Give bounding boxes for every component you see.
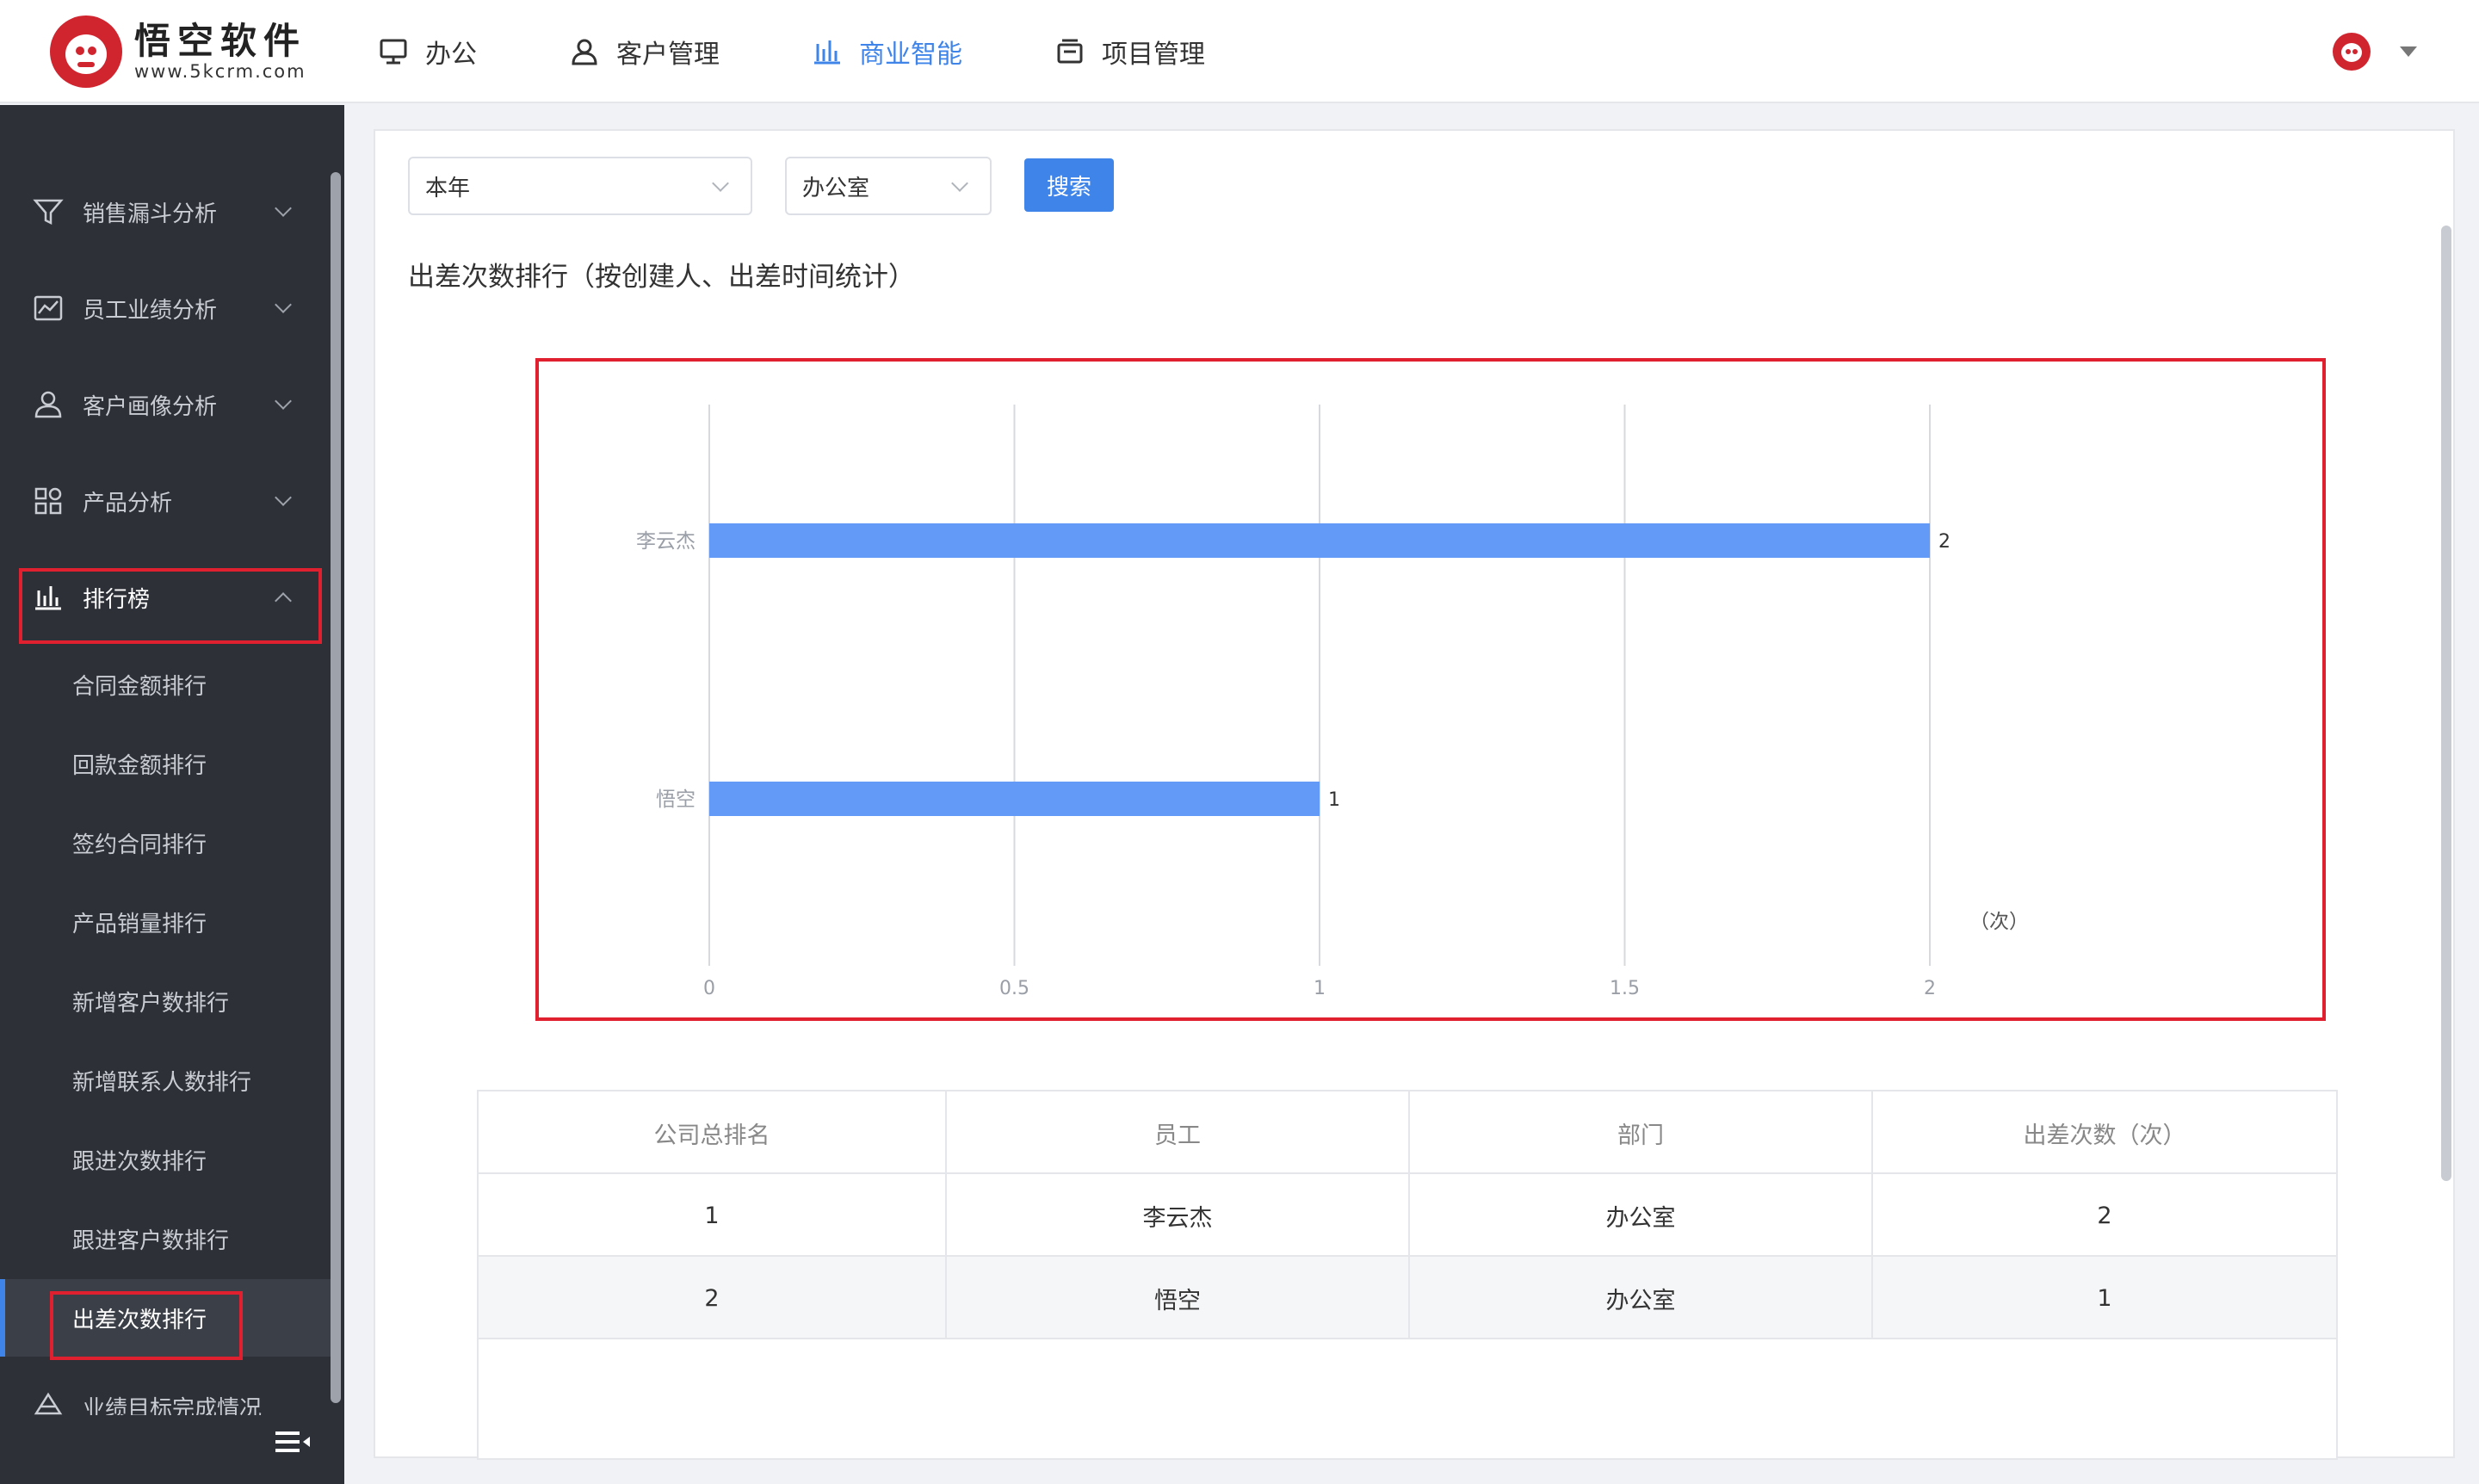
bar-chart: 0 0.5 1 1.5 2 （次） 李云杰 2 悟空 1 [535,358,2326,1021]
sidebar-item-contract-amount[interactable]: 合同金额排行 [0,646,331,723]
customer-icon [572,39,597,65]
top-header: 悟空软件 www.5kcrm.com 办公 客户管理 商业智能 项目管理 [0,0,2479,103]
bar-value-label: 1 [1328,789,1340,811]
sidebar-item-payment-amount[interactable]: 回款金额排行 [0,725,331,802]
chart-canvas: 0 0.5 1 1.5 2 （次） 李云杰 2 悟空 1 [636,405,2029,999]
nav-office-label: 办公 [425,40,477,70]
table-header-cell: 部门 [1410,1091,1873,1174]
highlight-box-active-item [50,1291,243,1360]
avatar[interactable] [2333,33,2371,71]
funnel-icon [33,199,64,226]
table-cell-trip-count: 2 [2097,1202,2112,1229]
grid-icon [34,487,62,515]
project-icon [1057,39,1083,64]
nav-office[interactable]: 办公 [379,0,477,103]
x-tick-label: 0 [703,978,715,999]
x-tick-label: 1 [1314,978,1326,999]
table-cell-employee: 悟空 [947,1257,1410,1339]
sidebar-group-label: 员工业绩分析 [83,297,218,324]
sidebar-group-label: 客户画像分析 [83,393,218,420]
table-row[interactable]: 1 李云杰 办公室 2 [479,1174,2336,1257]
brand-url: www.5kcrm.com [134,61,306,82]
collapse-menu-icon[interactable] [274,1429,312,1455]
period-select-value: 本年 [425,175,471,201]
sidebar-item-signed-contracts[interactable]: 签约合同排行 [0,804,331,881]
table-cell-trip-count: 1 [2097,1284,2112,1312]
nav-project[interactable]: 项目管理 [1055,0,1205,103]
nav-project-label: 项目管理 [1102,40,1205,70]
table-cell-employee: 李云杰 [947,1174,1410,1257]
table-header-cell: 员工 [947,1091,1410,1174]
table-header-cell: 公司总排名 [479,1091,947,1174]
y-category-label: 悟空 [656,788,695,811]
main-nav: 办公 客户管理 商业智能 项目管理 [379,0,1298,103]
sidebar-group-portrait[interactable]: 客户画像分析 [0,370,325,439]
x-axis-unit-label: （次） [1969,911,2029,933]
department-select-value: 办公室 [802,175,870,201]
x-tick-label: 1.5 [1610,978,1640,999]
target-icon [34,1392,63,1415]
user-menu[interactable] [2333,33,2417,71]
monkey-logo-icon [50,15,122,88]
sidebar-group-product[interactable]: 产品分析 [0,467,325,535]
table-header-row: 公司总排名 员工 部门 出差次数（次） [479,1091,2336,1174]
brand-name: 悟空软件 [134,20,307,62]
table-header-cell: 出差次数（次） [2023,1122,2186,1149]
user-portrait-icon [34,391,62,418]
sidebar-item-new-contacts[interactable]: 新增联系人数排行 [0,1042,331,1119]
x-tick-label: 0.5 [999,978,1029,999]
table-cell-department: 办公室 [1410,1257,1873,1339]
department-select[interactable]: 办公室 [785,157,992,215]
sidebar-group-funnel[interactable]: 销售漏斗分析 [0,177,325,246]
bar-value-label: 2 [1938,531,1950,553]
y-category-label: 李云杰 [636,530,695,553]
sidebar-item-followup-customers[interactable]: 跟进客户数排行 [0,1200,331,1277]
x-tick-label: 2 [1924,978,1936,999]
chevron-down-icon [275,200,292,217]
search-button[interactable]: 搜索 [1024,158,1114,212]
nav-bi[interactable]: 商业智能 [813,0,962,103]
table-cell-department: 办公室 [1410,1174,1873,1257]
caret-down-icon[interactable] [2400,46,2417,57]
chevron-down-icon [712,175,729,192]
chevron-down-icon [275,489,292,506]
sidebar-group-label: 产品分析 [83,490,173,516]
sidebar-group-target[interactable]: 业绩目标完成情况 [0,1370,325,1415]
table-cell-rank: 1 [479,1174,947,1257]
main-scrollbar[interactable] [2441,226,2451,1181]
sidebar-group-label: 业绩目标完成情况 [83,1396,263,1415]
chevron-down-icon [275,393,292,410]
chevron-down-icon [951,175,968,192]
sidebar-scrollbar[interactable] [331,172,341,1403]
sidebar-group-label: 销售漏斗分析 [83,201,218,227]
section-title: 出差次数排行（按创建人、出差时间统计） [408,262,915,293]
brand-logo[interactable]: 悟空软件 www.5kcrm.com [50,15,306,88]
nav-customer[interactable]: 客户管理 [570,0,720,103]
sidebar-item-new-customers[interactable]: 新增客户数排行 [0,962,331,1040]
sidebar-item-followup-count[interactable]: 跟进次数排行 [0,1121,331,1198]
chevron-down-icon [275,296,292,313]
period-select[interactable]: 本年 [408,157,752,215]
highlight-box-ranking [19,568,322,644]
table-row[interactable]: 2 悟空 办公室 1 [479,1257,2336,1339]
chart-bar [709,782,1320,816]
nav-customer-label: 客户管理 [616,40,720,70]
chart-bar [709,523,1930,558]
sidebar: 销售漏斗分析 员工业绩分析 客户画像分析 产品分析 排行榜 合同金额排行 回款金… [0,105,344,1484]
sidebar-group-performance[interactable]: 员工业绩分析 [0,274,325,343]
ranking-table: 公司总排名 员工 部门 出差次数（次） 1 李云杰 办公室 2 2 悟空 办公室… [477,1090,2338,1460]
monitor-icon [380,39,407,65]
nav-bi-label: 商业智能 [859,40,962,70]
line-chart-icon [34,295,63,321]
table-cell-rank: 2 [479,1257,947,1339]
bar-chart-icon [814,40,840,65]
sidebar-item-product-sales[interactable]: 产品销量排行 [0,883,331,961]
